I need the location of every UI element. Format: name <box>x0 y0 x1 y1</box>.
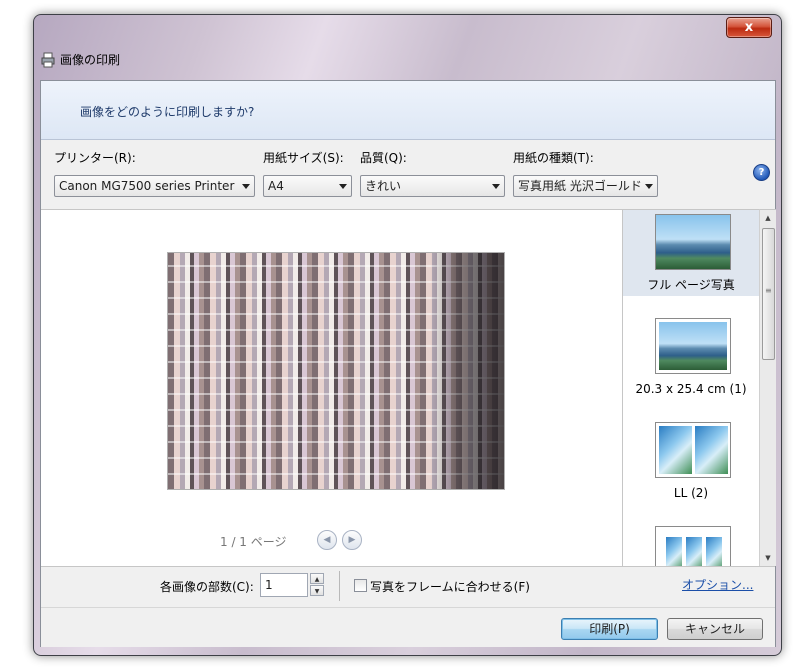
copies-input[interactable]: 1 <box>260 573 308 597</box>
stepper-up-icon[interactable]: ▲ <box>310 573 324 584</box>
print-button[interactable]: 印刷(P) <box>561 618 658 640</box>
next-page-button[interactable]: ▶ <box>342 530 362 550</box>
paper-type-select[interactable]: 写真用紙 光沢ゴールド <box>513 175 658 197</box>
paper-type-label: 用紙の種類(T): <box>513 151 594 165</box>
instruction-band: 画像をどのように印刷しますか? <box>41 81 775 140</box>
fit-to-frame-label[interactable]: 写真をフレームに合わせる(F) <box>370 578 530 595</box>
instruction-text: 画像をどのように印刷しますか? <box>80 105 255 119</box>
layout-item-full-page[interactable]: フル ページ写真 <box>623 210 759 296</box>
copies-row: 各画像の部数(C): 1 ▲ ▼ 写真をフレームに合わせる(F) オプション..… <box>41 566 775 607</box>
quality-label: 品質(Q): <box>360 151 407 165</box>
layout-thumbnail <box>655 318 731 374</box>
layout-thumbnail <box>655 214 731 270</box>
help-icon[interactable]: ? <box>753 164 770 181</box>
dialog-footer: 印刷(P) キャンセル <box>41 607 775 647</box>
printer-icon <box>41 52 55 68</box>
paper-size-select[interactable]: A4 <box>263 175 352 197</box>
layout-item-ll[interactable]: LL (2) <box>623 414 759 510</box>
printer-label: プリンター(R): <box>54 151 136 165</box>
divider <box>339 571 340 601</box>
print-preview-pane: 1 / 1 ページ ◀ ▶ <box>41 209 623 566</box>
scroll-down-icon[interactable]: ▼ <box>760 550 776 566</box>
window-title: 画像の印刷 <box>60 53 121 67</box>
printer-select[interactable]: Canon MG7500 series Printer <box>54 175 255 197</box>
stepper-down-icon[interactable]: ▼ <box>310 585 324 596</box>
layout-list: フル ページ写真 20.3 x 25.4 cm (1) LL (2) <box>623 209 759 566</box>
printer-select-value: Canon MG7500 series Printer <box>59 179 235 193</box>
copies-value: 1 <box>265 578 273 592</box>
arrow-left-icon: ◀ <box>323 535 331 545</box>
cancel-button[interactable]: キャンセル <box>667 618 763 640</box>
copies-stepper[interactable]: ▲ ▼ <box>310 573 324 597</box>
options-link[interactable]: オプション... <box>682 576 753 593</box>
layout-label: フル ページ写真 <box>647 278 735 292</box>
close-button[interactable]: x <box>726 17 772 38</box>
chevron-down-icon <box>645 184 653 189</box>
scroll-up-icon[interactable]: ▲ <box>760 210 776 226</box>
close-icon: x <box>744 20 754 35</box>
layout-item-wallet[interactable] <box>623 518 759 566</box>
layout-label: LL (2) <box>673 486 709 500</box>
preview-photo-collage <box>167 252 505 490</box>
arrow-right-icon: ▶ <box>348 535 356 545</box>
paper-type-select-value: 写真用紙 光沢ゴールド <box>518 179 642 193</box>
paper-size-label: 用紙サイズ(S): <box>263 151 344 165</box>
layout-label: 20.3 x 25.4 cm (1) <box>635 382 747 396</box>
dialog-body: 画像をどのように印刷しますか? プリンター(R): Canon MG7500 s… <box>40 80 776 647</box>
quality-select-value: きれい <box>365 179 402 193</box>
layout-thumbnail <box>655 422 731 478</box>
layout-item-8x10[interactable]: 20.3 x 25.4 cm (1) <box>623 310 759 406</box>
previous-page-button[interactable]: ◀ <box>317 530 337 550</box>
fit-to-frame-checkbox[interactable] <box>354 579 367 592</box>
paper-size-select-value: A4 <box>268 179 284 193</box>
layout-thumbnail <box>655 526 731 566</box>
chevron-down-icon <box>242 184 250 189</box>
layout-scrollbar[interactable]: ▲ ≡ ▼ <box>759 209 776 566</box>
page-indicator: 1 / 1 ページ <box>220 535 287 549</box>
chevron-down-icon <box>492 184 500 189</box>
copies-label: 各画像の部数(C): <box>160 580 254 594</box>
scrollbar-thumb[interactable]: ≡ <box>762 228 775 360</box>
chevron-down-icon <box>339 184 347 189</box>
quality-select[interactable]: きれい <box>360 175 505 197</box>
